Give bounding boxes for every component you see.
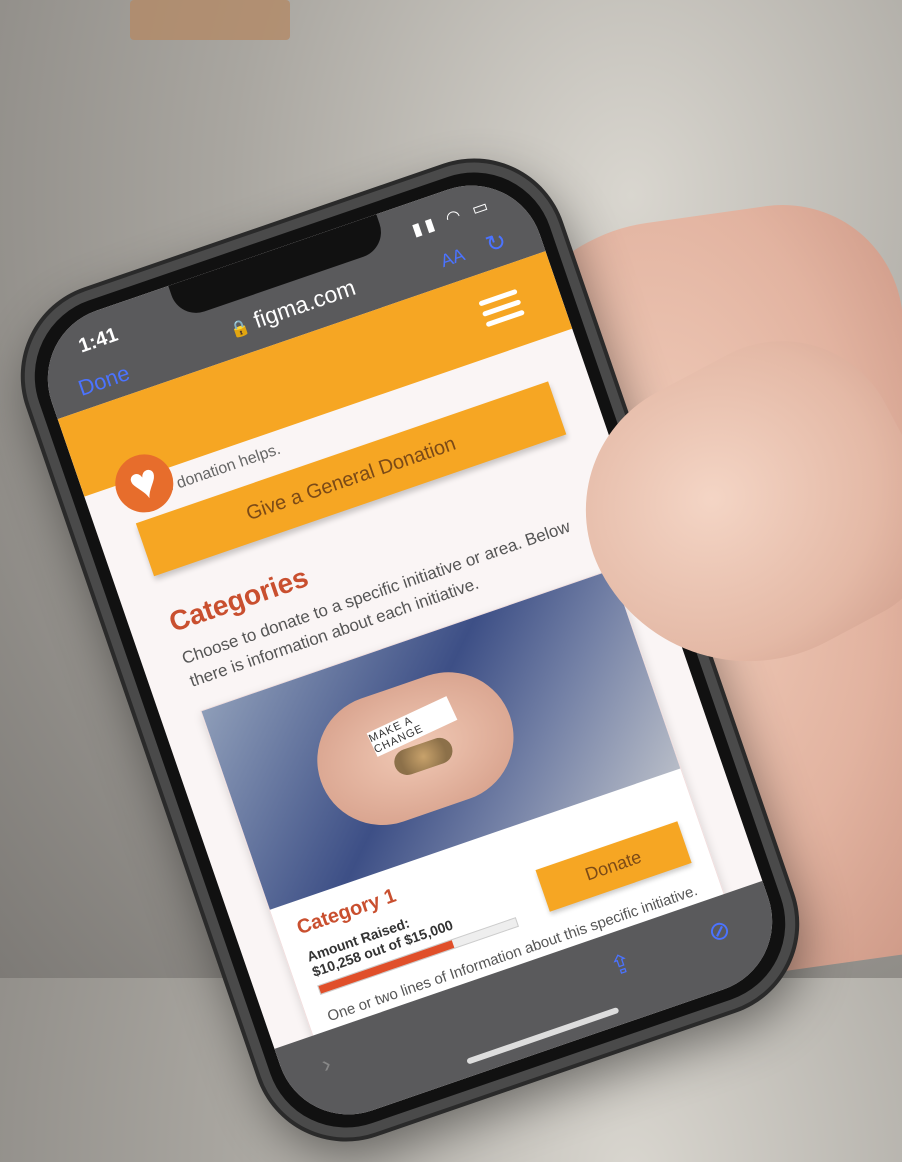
forward-icon[interactable]: ›: [318, 1050, 335, 1079]
clock: 1:41: [75, 323, 121, 358]
background-box: [130, 0, 290, 40]
lock-icon: 🔒: [228, 318, 253, 341]
hamburger-menu-icon[interactable]: [476, 283, 527, 333]
compass-icon[interactable]: ⊘: [704, 913, 735, 949]
